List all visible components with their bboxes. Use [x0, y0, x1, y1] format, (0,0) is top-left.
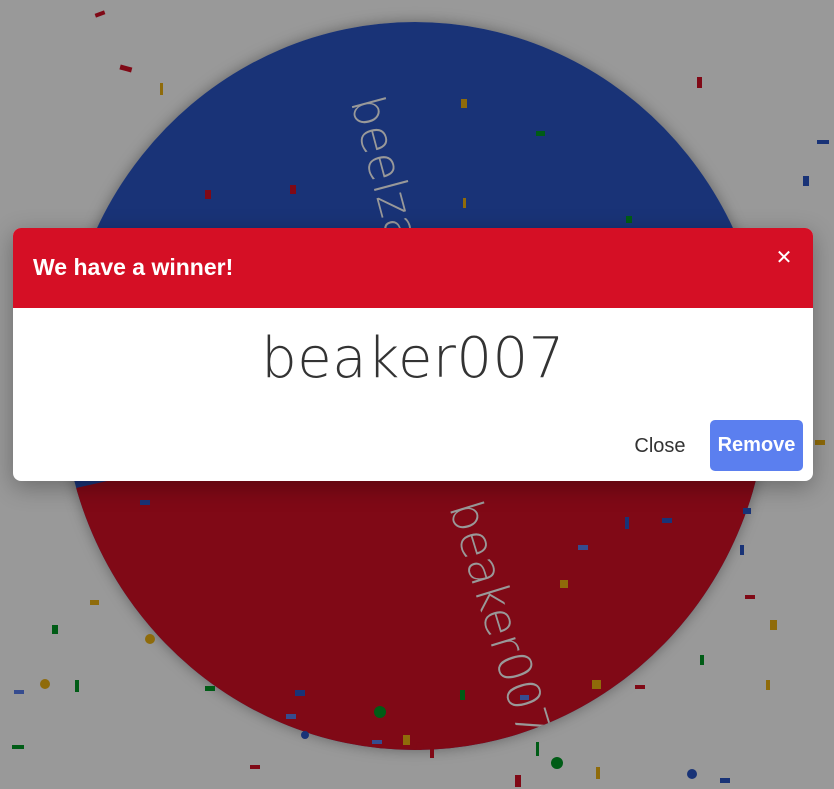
dialog-header: We have a winner! ✕: [13, 228, 813, 308]
close-icon[interactable]: ✕: [773, 246, 795, 268]
dialog-title: We have a winner!: [33, 254, 234, 280]
remove-button[interactable]: Remove: [710, 420, 803, 471]
winner-name: beaker007: [261, 326, 565, 391]
close-button[interactable]: Close: [623, 421, 697, 471]
winner-dialog: We have a winner! ✕ beaker007 Close Remo…: [13, 228, 813, 481]
